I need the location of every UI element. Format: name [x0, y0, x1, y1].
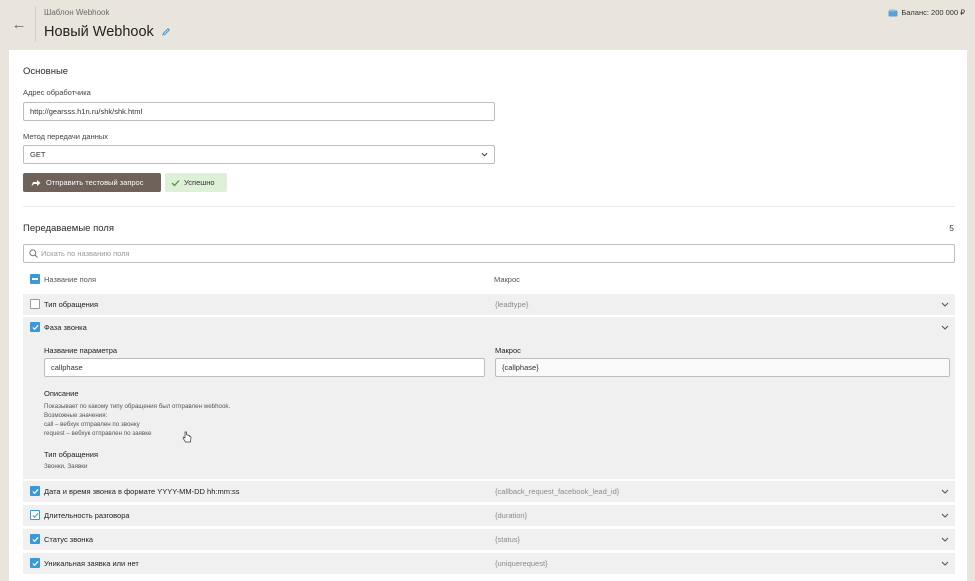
send-test-request-label: Отправить тестовый запрос [46, 178, 144, 187]
method-label: Метод передачи данных [23, 132, 109, 141]
field-checkbox[interactable] [30, 322, 40, 332]
field-checkbox[interactable] [30, 534, 40, 544]
param-name-label: Название параметра [44, 346, 118, 355]
field-name: Статус звонка [44, 535, 94, 544]
basic-section-title: Основные [23, 66, 69, 77]
fields-count: 5 [949, 223, 954, 233]
field-macro: {status} [495, 535, 521, 544]
field-row-leadtype[interactable]: Тип обращения {leadtype} [23, 294, 955, 315]
check-icon [32, 560, 39, 567]
chevron-down-icon[interactable] [941, 560, 949, 567]
column-header-name: Название поля [44, 275, 97, 284]
chevron-down-icon [481, 152, 488, 157]
check-icon [32, 488, 39, 495]
chevron-down-icon[interactable] [941, 512, 949, 519]
arrow-left-icon: ← [11, 16, 27, 33]
check-icon [32, 324, 39, 331]
send-icon [31, 179, 41, 186]
chevron-down-icon[interactable] [941, 488, 949, 495]
page-header: ← Шаблон Webhook Новый Webhook Баланс: 2… [0, 0, 975, 48]
wallet-icon [888, 9, 898, 16]
field-row-callphase-expanded: Фаза звонка Название параметра callphase… [23, 317, 955, 479]
success-badge: Успешно [165, 173, 227, 192]
hand-cursor-icon [182, 431, 192, 443]
method-value: GET [30, 150, 46, 159]
macro-input[interactable]: {callphase} [495, 358, 950, 377]
description-line: call – вебхук отправлен по звонку [44, 421, 140, 428]
success-label: Успешно [184, 178, 215, 187]
field-checkbox[interactable] [30, 486, 40, 496]
send-test-request-button[interactable]: Отправить тестовый запрос [23, 173, 161, 192]
macro-label: Макрос [495, 346, 521, 355]
field-row-uniquerequest[interactable]: Уникальная заявка или нет {uniquerequest… [23, 553, 955, 574]
description-line: Возможные значения: [44, 412, 108, 419]
field-row-status[interactable]: Статус звонка {status} [23, 529, 955, 550]
column-header-macro: Макрос [494, 275, 520, 284]
field-name: Уникальная заявка или нет [44, 559, 139, 568]
chevron-down-icon[interactable] [941, 536, 949, 543]
pencil-icon[interactable] [161, 27, 171, 37]
header-divider [35, 6, 36, 42]
page-title: Новый Webhook [44, 24, 154, 40]
field-name[interactable]: Фаза звонка [44, 323, 87, 332]
field-name: Дата и время звонка в формате YYYY-MM-DD… [44, 487, 240, 496]
field-checkbox[interactable] [30, 510, 40, 520]
request-type-value: Звонки, Заявки [44, 463, 88, 470]
back-button[interactable]: ← [8, 14, 30, 36]
field-macro: {duration} [495, 511, 528, 520]
checkmark-icon [171, 179, 180, 186]
url-label: Адрес обработчика [23, 88, 91, 97]
request-type-title: Тип обращения [44, 450, 99, 459]
field-checkbox[interactable] [30, 299, 40, 309]
main-panel: Основные Адрес обработчика http://gearss… [9, 50, 967, 581]
field-macro: {callback_request_facebook_lead_id} [495, 487, 620, 496]
field-name: Длительность разговора [44, 511, 130, 520]
description-line: request – вебхук отправлен по заявке [44, 430, 152, 437]
field-row-callback-datetime[interactable]: Дата и время звонка в формате YYYY-MM-DD… [23, 481, 955, 502]
url-input[interactable]: http://gearsss.h1n.ru/shk/shk.html [23, 102, 495, 121]
param-name-input[interactable]: callphase [44, 358, 485, 377]
search-placeholder: Искать по названию поля [41, 249, 130, 258]
search-icon [29, 249, 38, 258]
method-select[interactable]: GET [23, 145, 495, 164]
select-all-checkbox[interactable] [30, 274, 40, 284]
description-line: Показывает по какому типу обращения был … [44, 403, 231, 410]
fields-section-title: Передаваемые поля [23, 223, 114, 234]
field-checkbox[interactable] [30, 558, 40, 568]
balance-text: Баланс: 200 000 ₽ [901, 8, 965, 17]
description-title: Описание [44, 389, 79, 398]
breadcrumb[interactable]: Шаблон Webhook [44, 8, 110, 17]
field-row-duration[interactable]: Длительность разговора {duration} [23, 505, 955, 526]
field-search-input[interactable]: Искать по названию поля [23, 244, 955, 263]
chevron-down-icon[interactable] [941, 301, 949, 308]
section-divider [23, 206, 955, 207]
check-icon [32, 512, 39, 519]
field-name: Тип обращения [44, 300, 99, 309]
check-icon [32, 536, 39, 543]
balance-display[interactable]: Баланс: 200 000 ₽ [888, 8, 965, 17]
chevron-down-icon[interactable] [941, 324, 949, 331]
field-macro: {leadtype} [495, 300, 529, 309]
field-macro: {uniquerequest} [495, 559, 548, 568]
